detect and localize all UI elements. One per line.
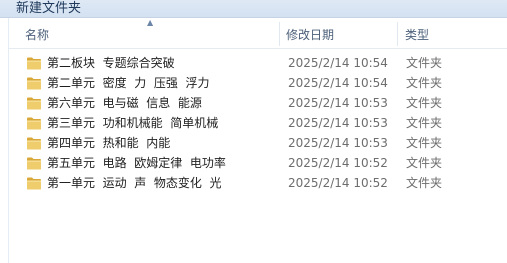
folder-icon — [27, 57, 41, 70]
folder-icon — [27, 177, 41, 190]
item-type: 文件夹 — [406, 116, 443, 130]
column-header-type[interactable]: 类型 — [397, 18, 507, 48]
folder-icon — [27, 157, 41, 170]
folder-icon — [27, 137, 41, 150]
navigation-pane-edge — [0, 18, 9, 263]
folder-icon — [27, 117, 41, 130]
item-name: 第三单元 功和机械能 简单机械 — [47, 116, 219, 130]
column-header-name[interactable]: 名称 — [9, 18, 279, 48]
list-item[interactable]: 第三单元 功和机械能 简单机械 2025/2/14 10:53 文件夹 — [9, 113, 507, 133]
item-name: 第一单元 运动 声 物态变化 光 — [47, 176, 222, 190]
explorer-window: 新建文件夹 ▲ 名称 修改日期 类型 第二板块 专题综合突破 2025/2/14… — [0, 0, 507, 263]
item-name: 第六单元 电与磁 信息 能源 — [47, 96, 202, 110]
item-date-modified: 2025/2/14 10:54 — [288, 56, 388, 70]
folder-icon — [27, 97, 41, 110]
item-type: 文件夹 — [406, 96, 443, 110]
folder-title: 新建文件夹 — [16, 1, 82, 16]
item-date-modified: 2025/2/14 10:53 — [288, 116, 388, 130]
item-date-modified: 2025/2/14 10:53 — [288, 136, 388, 150]
item-name: 第二单元 密度 力 压强 浮力 — [47, 76, 210, 90]
item-name: 第四单元 热和能 内能 — [47, 136, 171, 150]
item-type: 文件夹 — [406, 136, 443, 150]
list-item[interactable]: 第五单元 电路 欧姆定律 电功率 2025/2/14 10:52 文件夹 — [9, 153, 507, 173]
list-item[interactable]: 第二板块 专题综合突破 2025/2/14 10:54 文件夹 — [9, 53, 507, 73]
folder-icon — [27, 77, 41, 90]
item-name: 第五单元 电路 欧姆定律 电功率 — [47, 156, 226, 170]
item-date-modified: 2025/2/14 10:52 — [288, 176, 388, 190]
item-date-modified: 2025/2/14 10:52 — [288, 156, 388, 170]
column-header-bar: ▲ 名称 修改日期 类型 — [9, 18, 507, 49]
list-item[interactable]: 第六单元 电与磁 信息 能源 2025/2/14 10:53 文件夹 — [9, 93, 507, 113]
item-date-modified: 2025/2/14 10:54 — [288, 76, 388, 90]
item-type: 文件夹 — [406, 176, 443, 190]
list-item[interactable]: 第四单元 热和能 内能 2025/2/14 10:53 文件夹 — [9, 133, 507, 153]
folder-title-bar: 新建文件夹 — [0, 0, 507, 18]
column-header-date-modified[interactable]: 修改日期 — [279, 18, 397, 48]
item-type: 文件夹 — [406, 76, 443, 90]
item-type: 文件夹 — [406, 156, 443, 170]
item-date-modified: 2025/2/14 10:53 — [288, 96, 388, 110]
file-list: 第二板块 专题综合突破 2025/2/14 10:54 文件夹 第二单元 密度 … — [9, 53, 507, 193]
list-item[interactable]: 第一单元 运动 声 物态变化 光 2025/2/14 10:52 文件夹 — [9, 173, 507, 193]
item-type: 文件夹 — [406, 56, 443, 70]
item-name: 第二板块 专题综合突破 — [47, 56, 175, 70]
list-item[interactable]: 第二单元 密度 力 压强 浮力 2025/2/14 10:54 文件夹 — [9, 73, 507, 93]
